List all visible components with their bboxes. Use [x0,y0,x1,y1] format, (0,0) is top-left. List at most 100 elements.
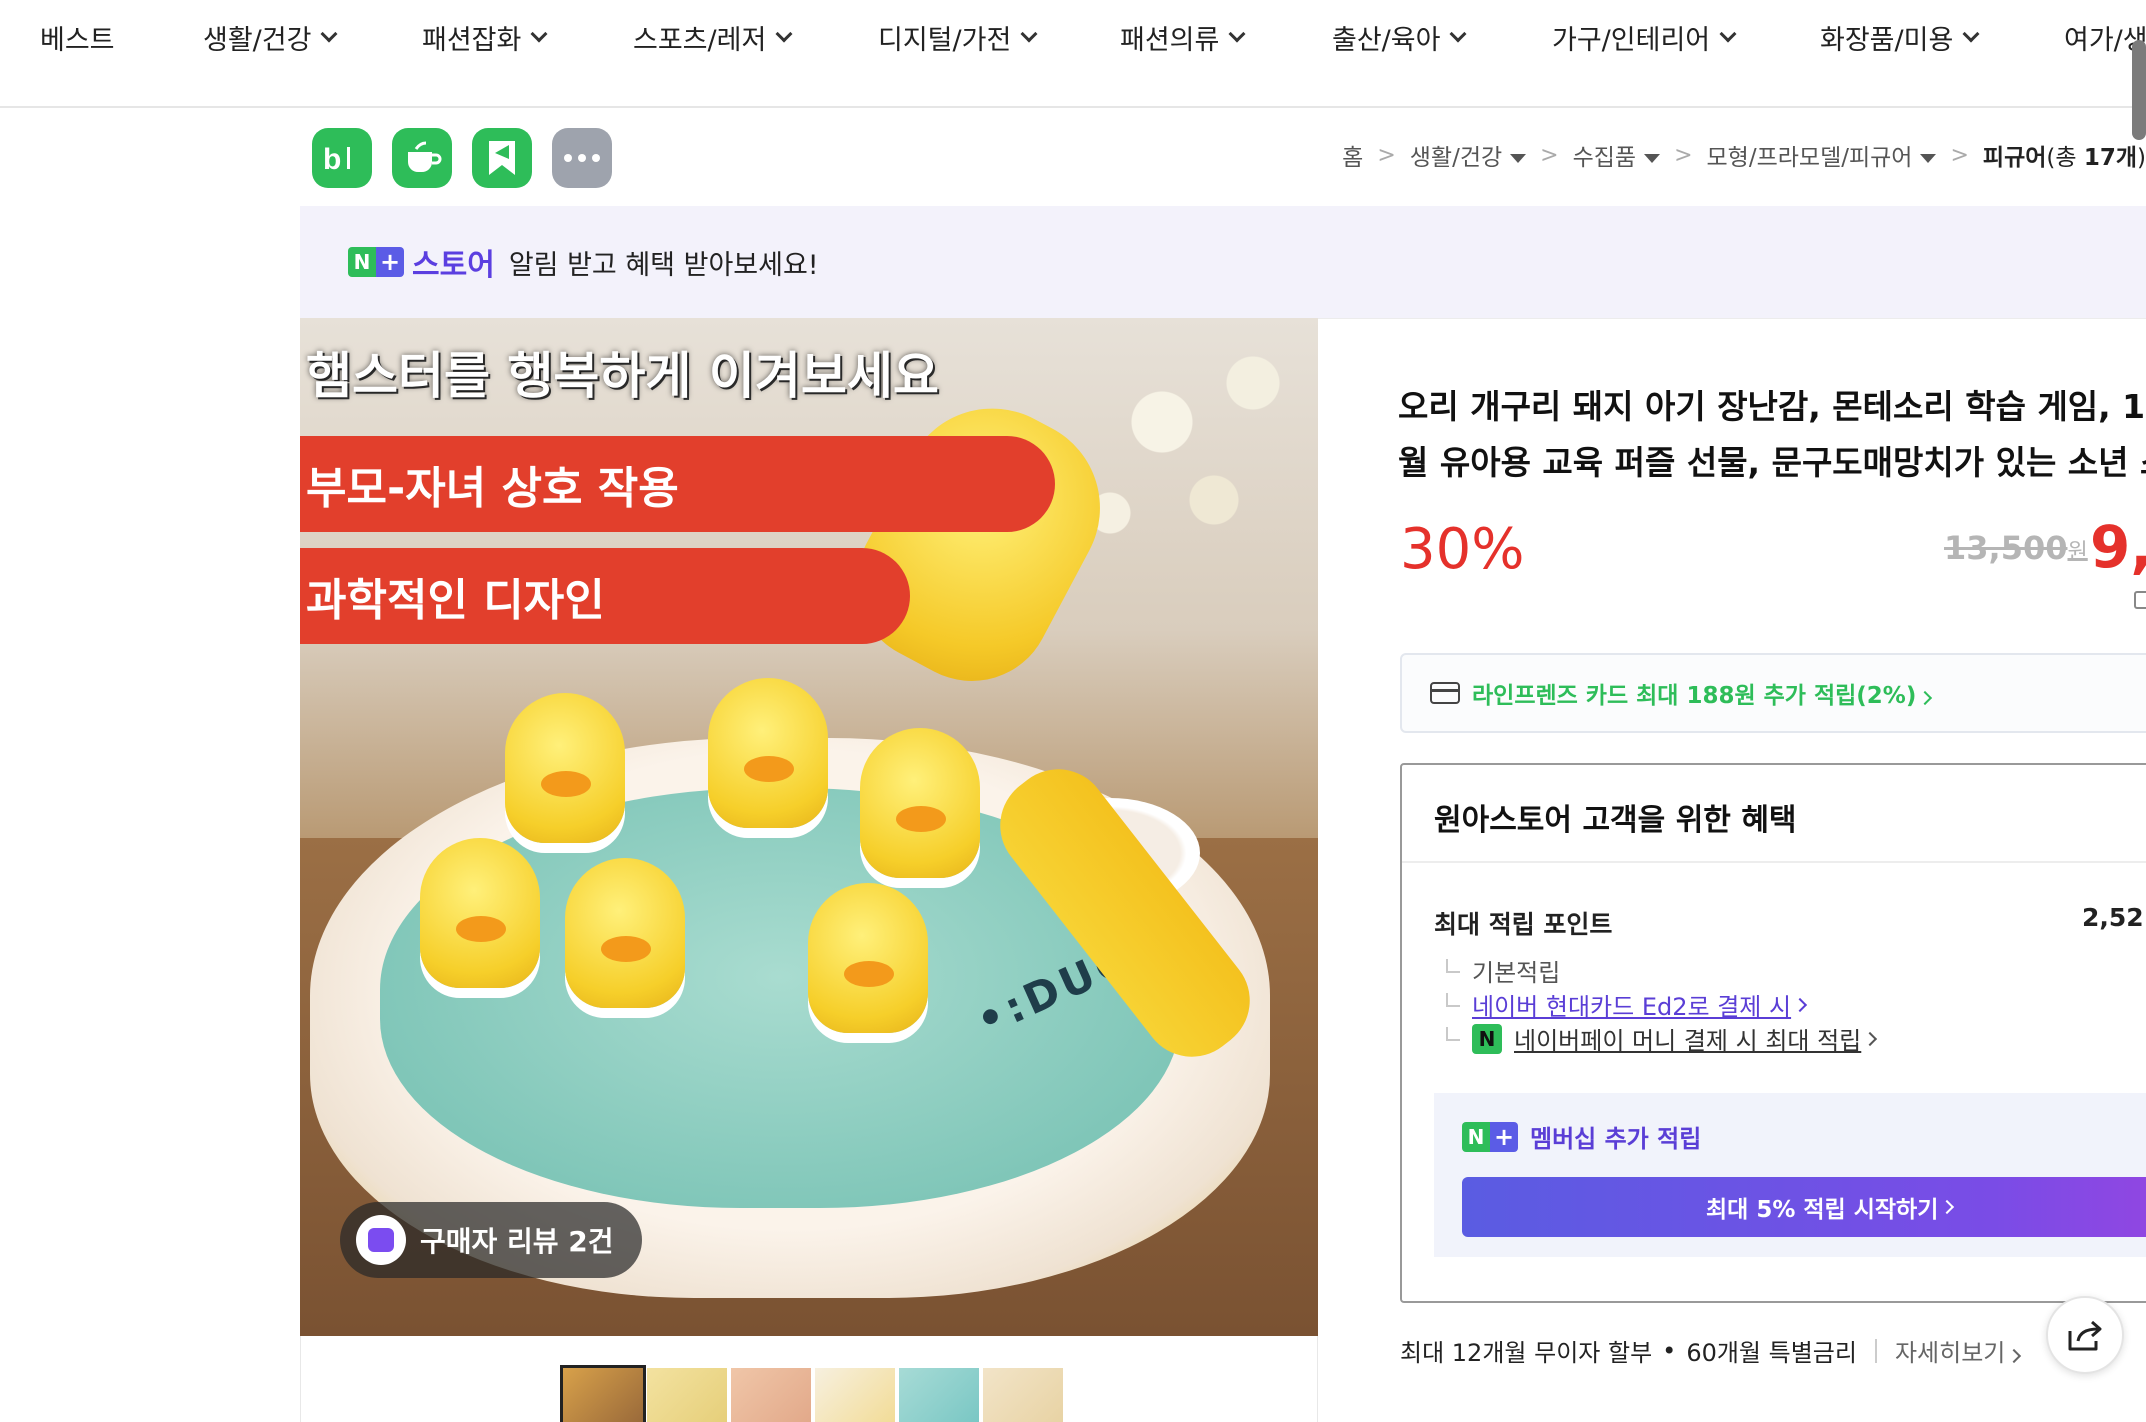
thumbnail[interactable] [731,1368,811,1422]
separator-dot: • [1662,1336,1677,1365]
delivery-icon [2134,591,2146,609]
membership-label: N + 멤버십 추가 적립 [1462,1119,1701,1154]
breadcrumb-label: 수집품 [1572,145,1637,171]
nav-item-baby[interactable]: 출산/육아 [1332,18,1467,57]
breadcrumb-label: 모형/프라모델/피규어 [1706,145,1913,171]
chevron-right-icon [1940,1199,1955,1215]
caret-down-icon [1644,154,1661,163]
nav-item-label: 가구/인테리어 [1552,25,1711,56]
caret-down-icon [1510,154,1527,163]
breadcrumb: 홈 > 생활/건강 > 수집품 > 모형/프라모델/피규어 > 피규어(총 17… [1342,138,2146,172]
nav-item-sports-leisure[interactable]: 스포츠/레저 [633,18,793,57]
thumbnail-strip [300,1336,1318,1422]
tree-elbow [1446,958,1460,973]
product-main-image[interactable]: •:DUCK 햄스터를 행복하게 이겨보세요 부모-자녀 상호 작용 과학적인 … [300,318,1318,1336]
image-headline: 햄스터를 행복하게 이겨보세요 [306,347,939,405]
nav-item-label: 베스트 [40,25,115,56]
tree-elbow [1446,992,1460,1007]
original-price: 13,500원 [1944,529,2088,567]
installment-info: 최대 12개월 무이자 할부 • 60개월 특별금리 자세히보기 [1400,1333,2022,1368]
notice-message: 알림 받고 혜택 받아보세요! [508,249,819,281]
nav-item-living-health[interactable]: 생활/건강 [203,18,338,57]
nav-item-fashion-clothing[interactable]: 패션의류 [1120,18,1246,57]
share-button[interactable] [2046,1296,2124,1374]
chevron-down-icon [1449,25,1467,42]
scrollbar[interactable] [2132,40,2146,140]
nav-item-cosmetics[interactable]: 화장품/미용 [1820,18,1980,57]
membership-label-text: 멤버십 추가 적립 [1530,1125,1702,1153]
product-title: 오리 개구리 돼지 아기 장난감, 몬테소리 학습 게임, 12 월 유아용 교… [1398,379,2146,491]
review-chip-label: 구매자 리뷰 2건 [420,1225,614,1258]
breadcrumb-living-health[interactable]: 생활/건강 [1409,138,1527,172]
duck-figure [420,838,540,988]
hyundai-card-link[interactable]: 네이버 현대카드 Ed2로 결제 시 [1446,987,1808,1022]
review-count-chip[interactable]: 구매자 리뷰 2건 [340,1202,642,1278]
thumbnail[interactable] [647,1368,727,1422]
sale-price: 9,4 [2090,513,2146,581]
nplus-plus: + [376,247,404,277]
hyundai-card-label: 네이버 현대카드 Ed2로 결제 시 [1472,993,1792,1021]
card-benefit-row[interactable]: 라인프렌즈 카드 최대 188원 추가 적립(2%) [1400,653,2146,733]
nav-item-digital-appliance[interactable]: 디지털/가전 [878,18,1038,57]
customer-benefit-box: 원아스토어 고객을 위한 혜택 최대 적립 포인트 2,52 기본적립 네이버 … [1400,763,2146,1303]
breadcrumb-label: 생활/건강 [1409,145,1503,171]
duck-figure [505,693,625,843]
max-points-label: 최대 적립 포인트 [1434,910,1613,939]
chevron-down-icon [530,25,548,42]
nav-item-best[interactable]: 베스트 [40,18,115,57]
original-price-value: 13,500 [1944,529,2068,567]
breadcrumb-current-label: 피규어 [1982,145,2047,171]
installment-details-link[interactable]: 자세히보기 [1895,1333,2022,1368]
start-membership-button[interactable]: 최대 5% 적립 시작하기 [1462,1177,2146,1237]
breadcrumb-separator: > [1540,142,1559,168]
store-notification-banner[interactable]: N + 스토어 알림 받고 혜택 받아보세요! [300,206,2146,318]
chevron-down-icon [1020,25,1038,42]
installment-text: 최대 12개월 무이자 할부 [1400,1339,1653,1367]
product-title-line2: 월 유아용 교육 퍼즐 선물, 문구도매망치가 있는 소년 스 [1398,443,2146,482]
membership-box: N+ 멤버십 추가 적립 37 최대 5% 적립 시작하기 [1434,1093,2146,1257]
nav-item-fashion-accessories[interactable]: 패션잡화 [422,18,548,57]
basic-points-row: 기본적립 [1446,953,1560,988]
credit-card-icon [1430,682,1460,704]
image-pill-interaction: 부모-자녀 상호 작용 [300,436,1055,532]
share-icon [2068,1320,2102,1351]
chevron-down-icon [1228,25,1246,42]
nav-item-label: 패션잡화 [422,25,522,56]
nav-item-label: 화장품/미용 [1820,25,1954,56]
breadcrumb-home[interactable]: 홈 [1342,138,1363,172]
nav-item-furniture-interior[interactable]: 가구/인테리어 [1552,18,1737,57]
naverpay-label: 네이버페이 머니 결제 시 최대 적립 [1514,1027,1862,1055]
store-label: 스토어 [412,248,495,283]
naverpay-icon: N [1472,1023,1502,1054]
blog-icon[interactable]: b [312,128,372,188]
card-benefit-label: 라인프렌즈 카드 최대 188원 추가 적립(2%) [1472,683,1917,709]
original-price-unit: 원 [2067,540,2088,565]
bookmark-icon[interactable] [472,128,532,188]
thumbnail[interactable] [560,1365,646,1422]
chevron-right-icon [1793,997,1808,1012]
nplus-membership-logo: N + [1462,1121,1518,1152]
thumbnail[interactable] [815,1368,895,1422]
product-title-line1: 오리 개구리 돼지 아기 장난감, 몬테소리 학습 게임, 12 [1398,387,2146,426]
nav-item-label: 스포츠/레저 [633,25,767,56]
breadcrumb-collectibles[interactable]: 수집품 [1572,138,1661,172]
svg-text:b: b [323,143,341,175]
breadcrumb-count-suffix: ) [2137,145,2146,171]
card-benefit-text: 라인프렌즈 카드 최대 188원 추가 적립(2%) [1472,676,1933,710]
chevron-down-icon [775,25,793,42]
naverpay-link[interactable]: N 네이버페이 머니 결제 시 최대 적립 [1446,1021,1878,1056]
more-icon[interactable] [552,128,612,188]
chevron-down-icon [1962,25,1980,42]
chevron-down-icon [320,25,338,42]
divider [1402,861,2146,863]
nplus-n: N [348,247,376,277]
chevron-right-icon [1863,1031,1878,1046]
thumbnail[interactable] [983,1368,1063,1422]
breadcrumb-current[interactable]: 피규어(총 17개) [1983,138,2146,172]
chevron-right-icon [1918,690,1933,706]
breadcrumb-models[interactable]: 모형/프라모델/피규어 [1707,138,1937,172]
duck-figure [808,883,928,1033]
cafe-icon[interactable] [392,128,452,188]
category-nav: 베스트 생활/건강 패션잡화 스포츠/레저 디지털/가전 패션의류 출산/육아 … [0,0,2146,140]
thumbnail[interactable] [899,1368,979,1422]
